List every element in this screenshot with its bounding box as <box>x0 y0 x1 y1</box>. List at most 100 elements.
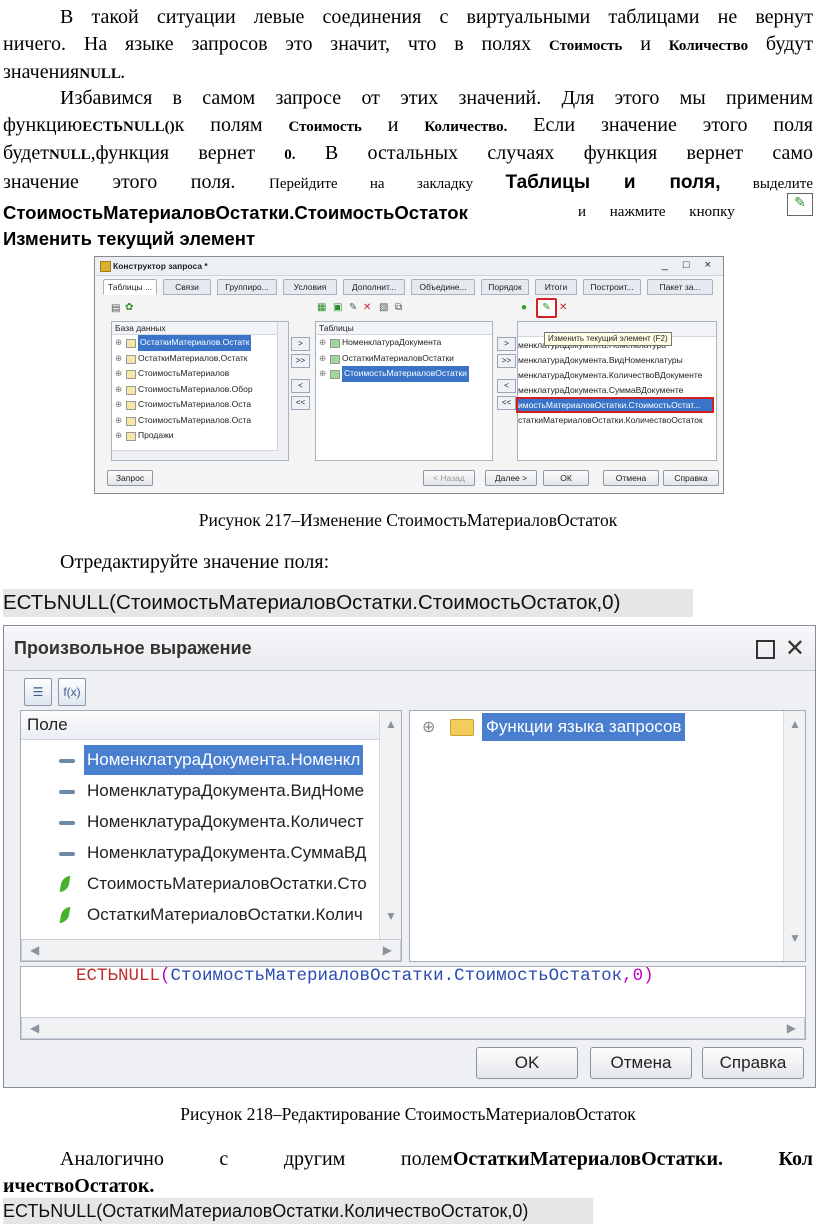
ok-button[interactable]: OK <box>476 1047 578 1079</box>
list-item[interactable]: НоменклатураДокумента.Количест <box>21 807 379 837</box>
move-left-button[interactable]: < <box>291 379 310 393</box>
cancel-button[interactable]: Отмена <box>603 470 659 486</box>
horizontal-scrollbar[interactable] <box>112 450 278 460</box>
tab-unions[interactable]: Объедине... <box>411 279 475 295</box>
tab-batch[interactable]: Пакет за... <box>647 279 713 295</box>
paragraph-instructions: Избавимся в самом запросе от этих значен… <box>3 85 813 250</box>
list-item[interactable]: СтоимостьМатериаловОстатки.Сто <box>21 869 379 899</box>
query-functions-item[interactable]: Функции языка запросов <box>482 713 686 741</box>
resource-leaf-icon <box>59 876 71 892</box>
vertical-scrollbar[interactable]: ▲ ▼ <box>783 711 805 961</box>
tab-order[interactable]: Порядок <box>481 279 529 295</box>
maximize-button[interactable] <box>756 640 775 659</box>
tab-additional[interactable]: Дополнит... <box>343 279 405 295</box>
list-item[interactable]: ОстаткиМатериаловОстатки.Колич <box>21 900 379 930</box>
expression-text: ЕСТЬNULL(СтоимостьМатериаловОстатки.Стои… <box>76 966 654 986</box>
list-item[interactable]: ⊕ СтоимостьМатериалов <box>112 366 288 382</box>
fields-pane: Поле НоменклатураДокумента.Номенкл Номен… <box>20 710 402 962</box>
delete-icon[interactable]: ✕ <box>363 302 371 313</box>
field-move-left-button[interactable]: < <box>497 379 516 393</box>
settings-icon[interactable]: ✿ <box>125 302 133 313</box>
field-dash-icon <box>59 759 75 763</box>
list-item[interactable]: статкиМатериаловОстатки.КоличествоОстато… <box>518 413 716 428</box>
move-right-button[interactable]: > <box>291 337 310 351</box>
expand-icon[interactable]: ⊕ <box>422 717 435 737</box>
list-item[interactable]: ⊕ ОстаткиМатериаловОстатки <box>316 351 492 367</box>
fields-pane: Изменить текущий элемент (F2) менклатура… <box>516 321 717 461</box>
list-item[interactable]: ⊕ СтоимостьМатериалов.Оста <box>112 413 288 429</box>
tables-pane: Таблицы ⊕ НоменклатураДокумента ⊕ ОстаткиМ… <box>315 321 493 461</box>
paragraph-edit: Отредактируйте значение поля: <box>60 551 330 573</box>
add-field-icon[interactable]: ● <box>521 302 527 313</box>
list-item-selected[interactable]: имостьМатериаловОстатки.СтоимостьОстат..… <box>516 397 716 413</box>
field-move-right-button[interactable]: > <box>497 337 516 351</box>
list-item[interactable]: ⊕ НоменклатураДокумента <box>316 335 492 351</box>
move-all-left-button[interactable]: << <box>291 396 310 410</box>
custom-expression-window: Произвольное выражение ✕ ☰ f(x) Поле Ном… <box>3 625 816 1088</box>
list-item[interactable]: менклатураДокумента.СуммаВДокументе <box>518 383 716 398</box>
replace-icon[interactable]: ▧ <box>379 302 388 313</box>
list-item[interactable]: НоменклатураДокумента.СуммаВД <box>21 838 379 868</box>
text-line: значение этого поля. Перейдите на заклад… <box>3 170 813 193</box>
list-item[interactable]: ⊕ ОстаткиМатериалов.Остатк <box>112 351 288 367</box>
ok-button[interactable]: ОК <box>543 470 589 486</box>
delete-field-icon[interactable]: ✕ <box>559 302 567 313</box>
list-icon[interactable]: ▤ <box>111 303 120 314</box>
tab-bar: Таблицы ... Связи Группиро... Условия До… <box>101 279 717 295</box>
back-button[interactable]: < Назад <box>423 470 475 486</box>
close-button[interactable]: ✕ <box>785 634 805 663</box>
edit-tooltip: Изменить текущий элемент (F2) <box>544 332 672 346</box>
horizontal-scrollbar[interactable]: ◀ ▶ <box>21 939 401 961</box>
tab-tables[interactable]: Таблицы ... <box>103 279 157 295</box>
function-icon[interactable]: f(x) <box>58 678 86 706</box>
field-dash-icon <box>59 821 75 825</box>
horizontal-scrollbar[interactable]: ◀ ▶ <box>21 1017 805 1039</box>
window-title: Произвольное выражение <box>14 638 252 658</box>
tab-links[interactable]: Связи <box>163 279 211 295</box>
list-item[interactable]: менклатураДокумента.КоличествоВДокументе <box>518 368 716 383</box>
field-move-all-right-button[interactable]: >> <box>497 354 516 368</box>
vertical-scrollbar[interactable]: ▲ ▼ <box>379 711 401 939</box>
fields-list-icon[interactable]: ☰ <box>24 678 52 706</box>
copy-icon[interactable]: ⧉ <box>395 302 402 313</box>
tab-grouping[interactable]: Группиро... <box>217 279 277 295</box>
text-line: Избавимся в самом запросе от этих значен… <box>60 87 813 109</box>
text-line: ничего. На языке запросов это значит, чт… <box>3 32 814 55</box>
folder-icon <box>450 719 474 736</box>
tab-conditions[interactable]: Условия <box>283 279 337 295</box>
list-item[interactable]: ⊕ СтоимостьМатериаловОстатки <box>316 366 492 382</box>
query-button[interactable]: Запрос <box>107 470 153 486</box>
add-table-icon[interactable]: ▦ <box>317 302 326 313</box>
list-item[interactable]: НоменклатураДокумента.Номенкл <box>21 745 379 775</box>
list-item[interactable]: ⊕ ОстаткиМатериалов.Остатк <box>112 335 288 351</box>
add-nested-icon[interactable]: ▣ <box>333 302 342 313</box>
edit-pencil-icon: ✎ <box>787 193 813 216</box>
figure-caption-218: Рисунок 218–Редактирование СтоимостьМате… <box>180 1104 636 1124</box>
text-line: будетNULL,функция вернет 0. В остальных … <box>3 142 813 164</box>
window-controls[interactable]: _ □ × <box>662 259 717 271</box>
edit-icon[interactable]: ✎ <box>349 302 357 313</box>
field-move-all-left-button[interactable]: << <box>497 396 516 410</box>
paragraph-intro: В такой ситуации левые соединения с вирт… <box>3 4 813 88</box>
next-button[interactable]: Далее > <box>485 470 537 486</box>
tab-builder[interactable]: Построит... <box>583 279 641 295</box>
move-all-right-button[interactable]: >> <box>291 354 310 368</box>
database-pane: База данных ⊕ ОстаткиМатериалов.Остатк ⊕ О… <box>111 321 289 461</box>
list-item[interactable]: ⊕ СтоимостьМатериалов.Обор <box>112 382 288 398</box>
tables-header: Таблицы <box>316 322 492 335</box>
expression-banner-2: ЕСТЬNULL(ОстаткиМатериаловОстатки.Количе… <box>3 1198 593 1224</box>
list-item[interactable]: менклатураДокумента.ВидНоменклатуры <box>518 353 716 368</box>
help-button[interactable]: Справка <box>702 1047 804 1079</box>
list-item[interactable]: ⊕ Продажи <box>112 428 288 444</box>
help-button[interactable]: Справка <box>663 470 719 486</box>
figure-caption-217: Рисунок 217–Изменение СтоимостьМатериало… <box>198 510 618 530</box>
field-dash-icon <box>59 790 75 794</box>
vertical-scrollbar[interactable] <box>277 322 288 460</box>
edit-field-icon[interactable]: ✎ <box>536 298 557 318</box>
expression-banner: ЕСТЬNULL(СтоимостьМатериаловОстатки.Стои… <box>3 589 693 617</box>
tab-totals[interactable]: Итоги <box>535 279 577 295</box>
text-line: значенияNULL. <box>3 61 125 83</box>
list-item[interactable]: НоменклатураДокумента.ВидНоме <box>21 776 379 806</box>
list-item[interactable]: ⊕ СтоимостьМатериалов.Оста <box>112 397 288 413</box>
cancel-button[interactable]: Отмена <box>590 1047 692 1079</box>
